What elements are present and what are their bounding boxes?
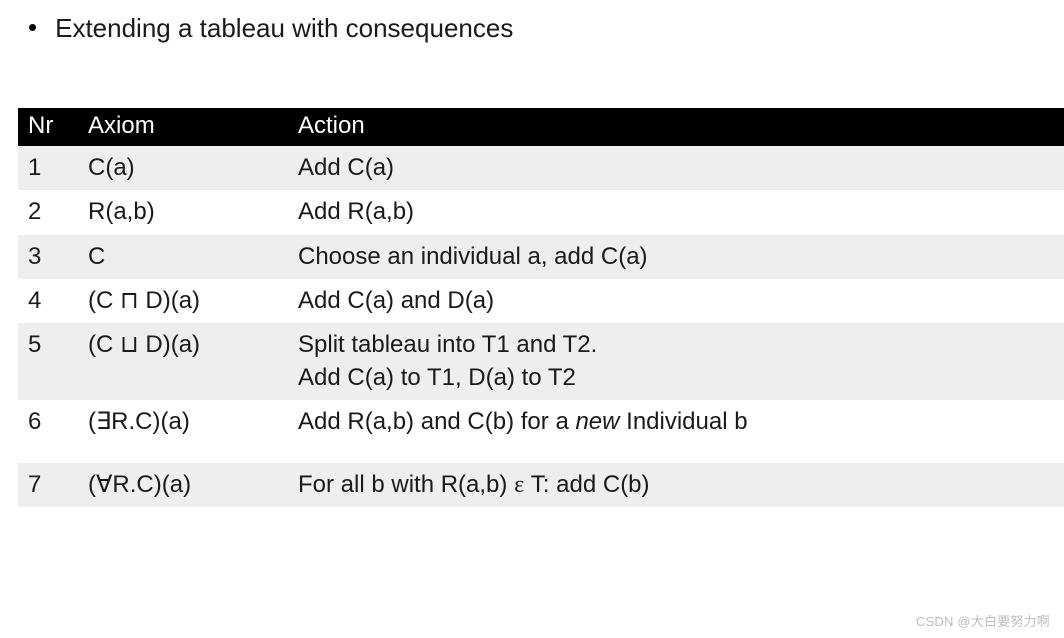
table-row: 2R(a,b)Add R(a,b) xyxy=(18,190,1064,234)
cell-action: Split tableau into T1 and T2.Add C(a) to… xyxy=(288,323,1064,400)
table-row: 4(C ⊓ D)(a)Add C(a) and D(a) xyxy=(18,279,1064,323)
cell-nr: 6 xyxy=(18,400,78,444)
table-row-gap xyxy=(18,445,1064,463)
table-row: 5(C ⊔ D)(a)Split tableau into T1 and T2.… xyxy=(18,323,1064,400)
cell-axiom: R(a,b) xyxy=(78,190,288,234)
table-row: 3CChoose an individual a, add C(a) xyxy=(18,235,1064,279)
cell-nr: 7 xyxy=(18,463,78,507)
table-body: 1C(a)Add C(a)2R(a,b)Add R(a,b)3CChoose a… xyxy=(18,146,1064,507)
page-title: Extending a tableau with consequences xyxy=(55,12,513,46)
cell-action: Choose an individual a, add C(a) xyxy=(288,235,1064,279)
cell-action: Add C(a) xyxy=(288,146,1064,190)
cell-axiom: (∀R.C)(a) xyxy=(78,463,288,507)
cell-action: Add R(a,b) xyxy=(288,190,1064,234)
cell-nr: 4 xyxy=(18,279,78,323)
cell-nr: 1 xyxy=(18,146,78,190)
cell-action: Add R(a,b) and C(b) for a new Individual… xyxy=(288,400,1064,444)
col-header-action: Action xyxy=(288,108,1064,146)
cell-nr: 5 xyxy=(18,323,78,400)
cell-axiom: (C ⊔ D)(a) xyxy=(78,323,288,400)
cell-nr: 2 xyxy=(18,190,78,234)
table-header-row: Nr Axiom Action xyxy=(18,108,1064,146)
col-header-axiom: Axiom xyxy=(78,108,288,146)
cell-axiom: (C ⊓ D)(a) xyxy=(78,279,288,323)
col-header-nr: Nr xyxy=(18,108,78,146)
cell-nr: 3 xyxy=(18,235,78,279)
table-row: 1C(a)Add C(a) xyxy=(18,146,1064,190)
gap-cell xyxy=(18,445,1064,463)
bullet-icon: • xyxy=(28,12,37,43)
table-row: 6(∃R.C)(a)Add R(a,b) and C(b) for a new … xyxy=(18,400,1064,444)
heading-row: • Extending a tableau with consequences xyxy=(0,0,1064,46)
rules-table: Nr Axiom Action 1C(a)Add C(a)2R(a,b)Add … xyxy=(18,108,1064,507)
cell-axiom: C(a) xyxy=(78,146,288,190)
cell-action: Add C(a) and D(a) xyxy=(288,279,1064,323)
cell-axiom: C xyxy=(78,235,288,279)
table-row: 7(∀R.C)(a)For all b with R(a,b) ε T: add… xyxy=(18,463,1064,507)
watermark-text: CSDN @大白要努力啊 xyxy=(916,611,1050,630)
table-container: Nr Axiom Action 1C(a)Add C(a)2R(a,b)Add … xyxy=(0,108,1064,507)
cell-axiom: (∃R.C)(a) xyxy=(78,400,288,444)
cell-action: For all b with R(a,b) ε T: add C(b) xyxy=(288,463,1064,507)
